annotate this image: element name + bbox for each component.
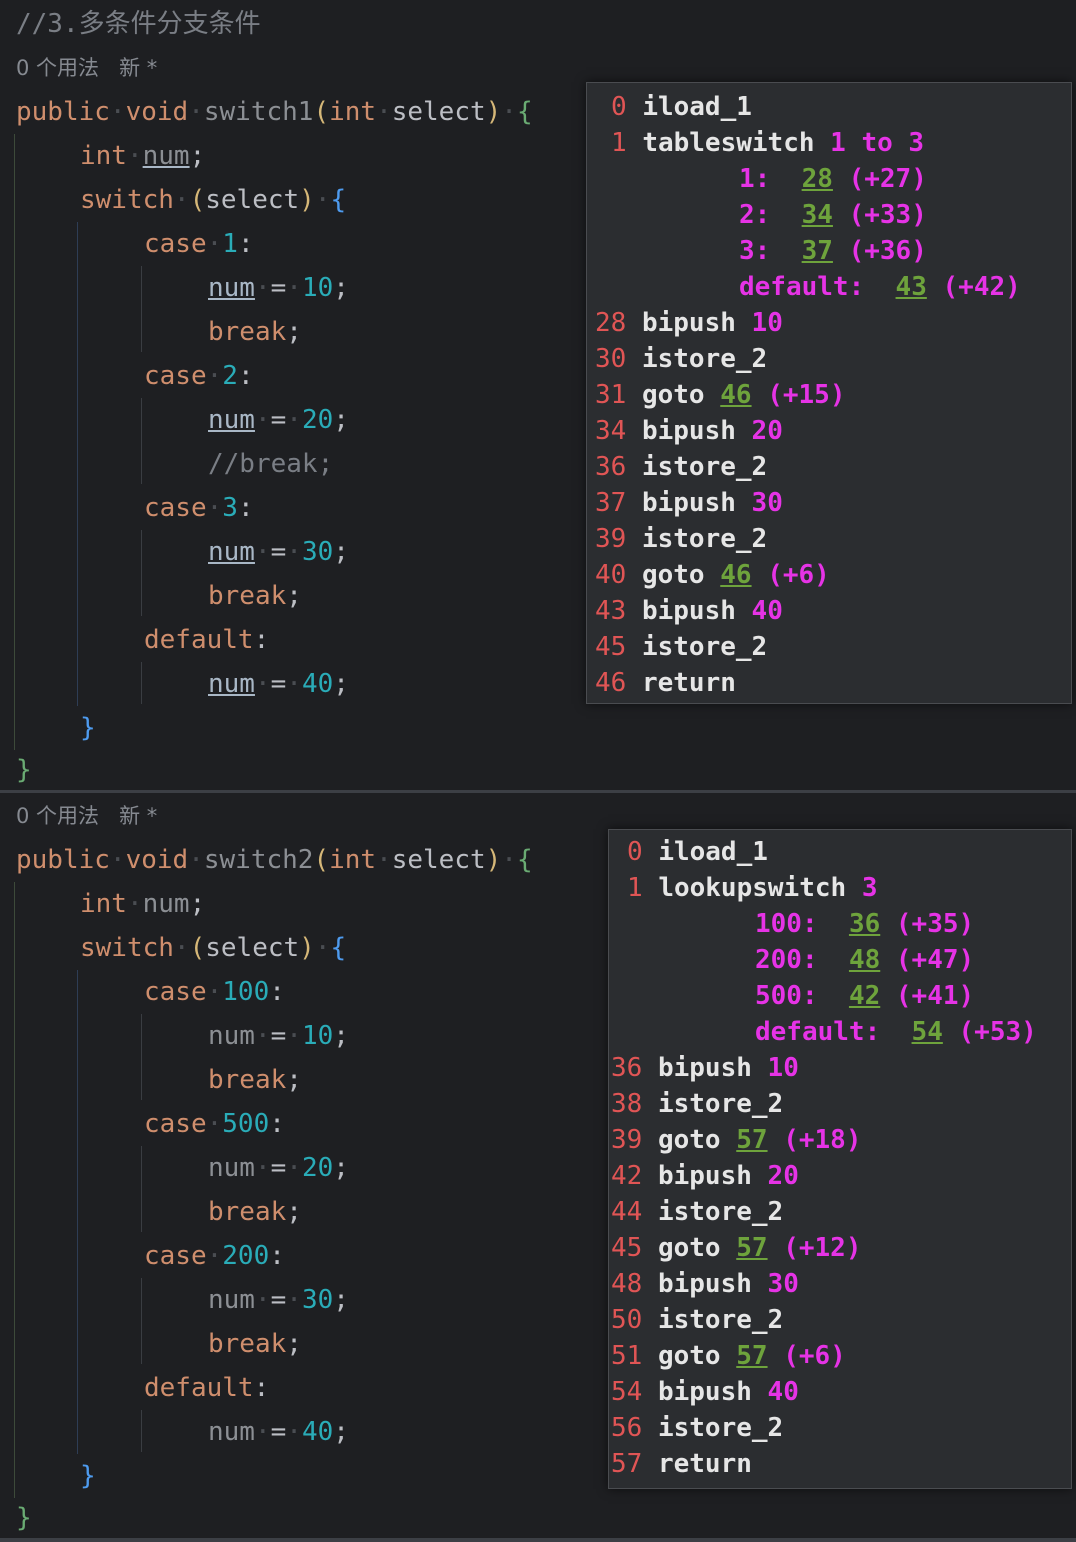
bytecode-row: 43 bipush 40: [595, 596, 783, 626]
code-editor-pane-2[interactable]: 0 个用法 新 * public·void·switch2(int·select…: [0, 793, 1076, 1542]
bytecode-row: 50 istore_2: [611, 1305, 784, 1335]
method-signature: public·void·switch2(int·select)·{: [16, 845, 533, 875]
bytecode-row: 36 bipush 10: [611, 1053, 799, 1083]
bytecode-row: 39 istore_2: [595, 524, 768, 554]
bytecode-row: default: 54 (+53): [755, 1017, 1037, 1047]
case-label: case·100:: [144, 977, 285, 1007]
bytecode-row: 57 return: [611, 1449, 752, 1479]
bytecode-row: default: 43 (+42): [739, 272, 1021, 302]
bytecode-row: 3: 37 (+36): [739, 236, 927, 266]
bytecode-row: 40 goto 46 (+6): [595, 560, 830, 590]
code-editor-pane-1[interactable]: //3.多条件分支条件 0 个用法 新 * public·void·switch…: [0, 0, 1076, 790]
bytecode-row: 37 bipush 30: [595, 488, 783, 518]
bytecode-row: 28 bipush 10: [595, 308, 783, 338]
bytecode-row: 0 iload_1: [611, 92, 752, 122]
case-label: case·500:: [144, 1109, 285, 1139]
break-statement: break;: [208, 1329, 302, 1359]
bytecode-row: 30 istore_2: [595, 344, 768, 374]
method-name: switch1: [203, 97, 314, 127]
var-declaration: int·num;: [80, 141, 206, 171]
switch-statement: switch·(select)·{: [80, 933, 347, 963]
bytecode-row: 54 bipush 40: [611, 1377, 799, 1407]
assignment: num·=·40;: [208, 1417, 349, 1447]
break-statement: break;: [208, 1065, 302, 1095]
bytecode-row: 36 istore_2: [595, 452, 768, 482]
bytecode-row: 1 tableswitch 1 to 3: [611, 128, 925, 158]
var-declaration: int·num;: [80, 889, 206, 919]
case-label: case·3:: [144, 493, 254, 523]
assignment: num·=·30;: [208, 1285, 349, 1315]
bytecode-row: 2: 34 (+33): [739, 200, 927, 230]
bytecode-row: 1 lookupswitch 3: [627, 873, 878, 903]
method-signature: public·void·switch1(int·select)·{: [16, 97, 533, 127]
break-statement: break;: [208, 1197, 302, 1227]
method-close-brace: }: [16, 1503, 32, 1533]
break-statement: break;: [208, 581, 302, 611]
assignment: num·=·10;: [208, 273, 349, 303]
bytecode-popup-2: 0 iload_1 1 lookupswitch 3 100: 36 (+35)…: [608, 829, 1072, 1489]
assignment: num·=·30;: [208, 537, 349, 567]
bytecode-row: 100: 36 (+35): [755, 909, 975, 939]
bytecode-row: 44 istore_2: [611, 1197, 784, 1227]
bytecode-row: 46 return: [595, 668, 736, 698]
bytecode-row: 200: 48 (+47): [755, 945, 975, 975]
new-marker: 新 *: [119, 56, 158, 80]
switch-statement: switch·(select)·{: [80, 185, 347, 215]
assignment: num·=·10;: [208, 1021, 349, 1051]
assignment: num·=·40;: [208, 669, 349, 699]
default-label: default:: [144, 1373, 270, 1403]
bytecode-row: 500: 42 (+41): [755, 981, 975, 1011]
bytecode-row: 31 goto 46 (+15): [595, 380, 846, 410]
new-marker: 新 *: [119, 804, 158, 828]
switch-close-brace: }: [80, 713, 96, 743]
bytecode-row: 42 bipush 20: [611, 1161, 799, 1191]
method-name: switch2: [203, 845, 314, 875]
default-label: default:: [144, 625, 270, 655]
usage-hint[interactable]: 0 个用法 新 *: [16, 50, 157, 86]
bytecode-row: 38 istore_2: [611, 1089, 784, 1119]
bytecode-row: 51 goto 57 (+6): [611, 1341, 846, 1371]
assignment: num·=·20;: [208, 1153, 349, 1183]
comment-line: //3.多条件分支条件: [16, 9, 261, 39]
case-label: case·2:: [144, 361, 254, 391]
switch-close-brace: }: [80, 1461, 96, 1491]
usage-hint[interactable]: 0 个用法 新 *: [16, 798, 157, 834]
bytecode-row: 34 bipush 20: [595, 416, 783, 446]
bytecode-row: 56 istore_2: [611, 1413, 784, 1443]
bytecode-row: 45 goto 57 (+12): [611, 1233, 862, 1263]
bytecode-row: 45 istore_2: [595, 632, 768, 662]
bytecode-row: 0 iload_1: [627, 837, 768, 867]
assignment: num·=·20;: [208, 405, 349, 435]
case-label: case·1:: [144, 229, 254, 259]
case-label: case·200:: [144, 1241, 285, 1271]
method-close-brace: }: [16, 755, 32, 785]
bytecode-row: 39 goto 57 (+18): [611, 1125, 862, 1155]
bytecode-popup-1: 0 iload_1 1 tableswitch 1 to 3 1: 28 (+2…: [586, 82, 1072, 704]
bytecode-row: 1: 28 (+27): [739, 164, 927, 194]
bottom-divider: [0, 1538, 1076, 1542]
commented-break: //break;: [208, 449, 334, 479]
break-statement: break;: [208, 317, 302, 347]
bytecode-row: 48 bipush 30: [611, 1269, 799, 1299]
